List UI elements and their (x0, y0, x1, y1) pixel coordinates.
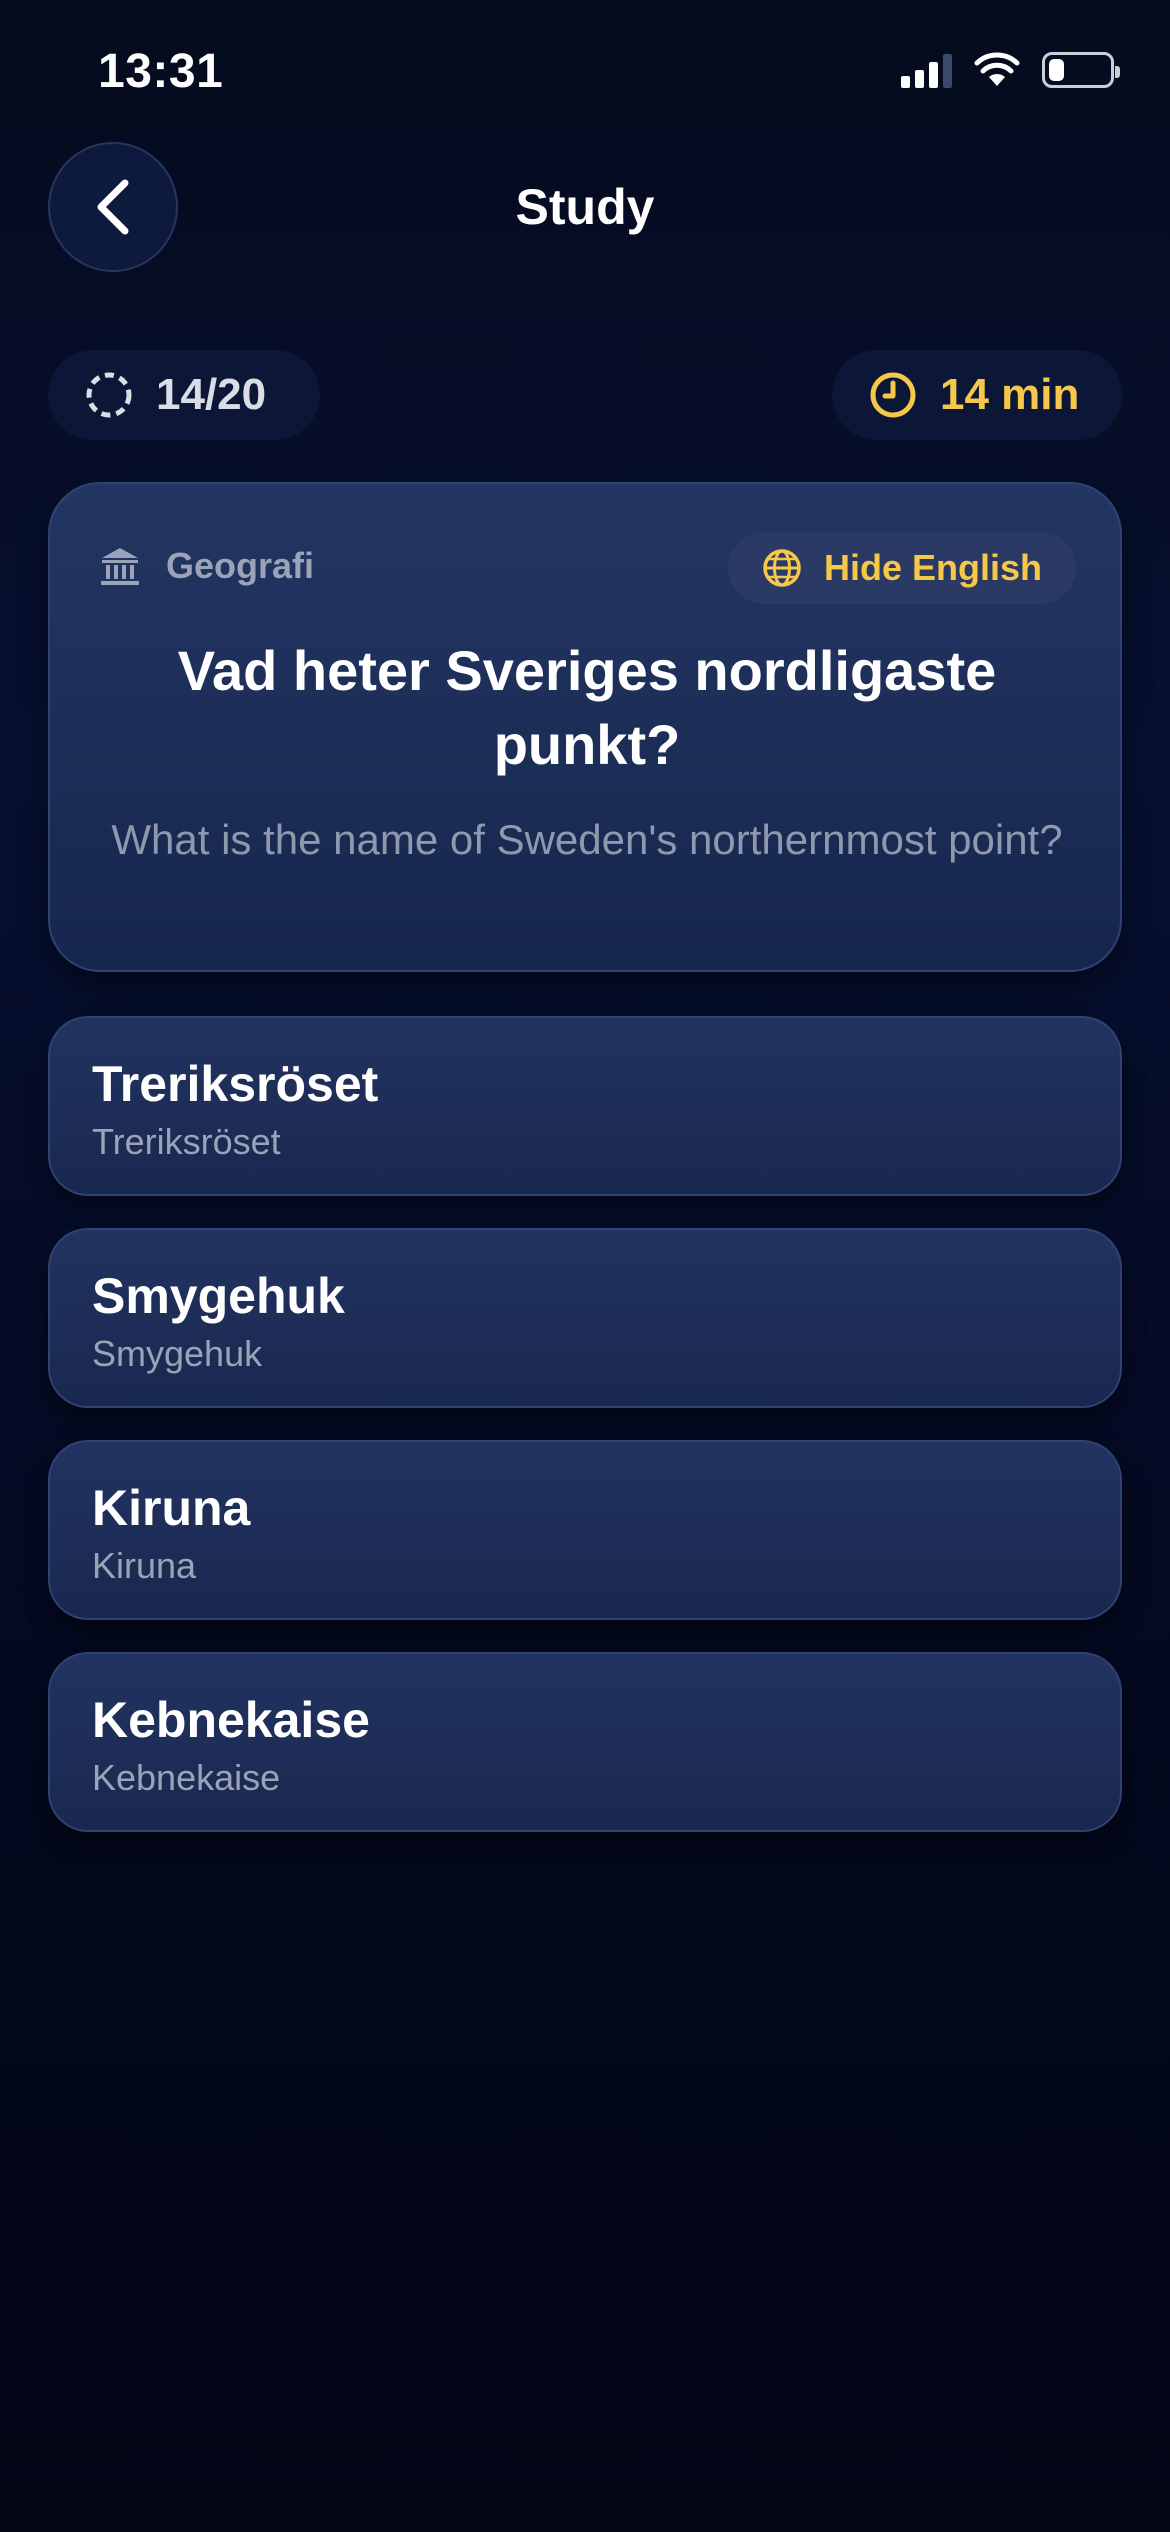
dashed-circle-icon (86, 372, 132, 418)
question-card: Geografi Hide English Vad heter Sveriges… (48, 482, 1122, 972)
answer-option-label: Kebnekaise (92, 1692, 370, 1748)
answer-option-1[interactable]: Treriksröset Treriksröset (48, 1016, 1122, 1196)
answer-option-label: Smygehuk (92, 1268, 345, 1324)
question-text-english: What is the name of Sweden's northernmos… (111, 816, 1063, 863)
timer-label: 14 min (940, 370, 1080, 419)
wifi-icon (974, 52, 1020, 86)
hide-english-label: Hide English (823, 547, 1043, 588)
status-bar: 13:31 (0, 0, 1170, 150)
museum-icon (101, 548, 139, 585)
page-title: Study (515, 179, 655, 235)
progress-label: 14/20 (156, 370, 267, 419)
answer-option-3[interactable]: Kiruna Kiruna (48, 1440, 1122, 1620)
hide-english-button[interactable]: Hide English (728, 532, 1076, 604)
category-tag: Geografi (98, 544, 314, 588)
category-label: Geografi (166, 545, 315, 586)
clock-icon (870, 372, 916, 418)
globe-icon (763, 549, 801, 587)
cellular-signal-icon (901, 52, 952, 88)
answer-option-4[interactable]: Kebnekaise Kebnekaise (48, 1652, 1122, 1832)
answer-option-translation: Kebnekaise (92, 1757, 281, 1798)
answer-option-label: Kiruna (92, 1480, 251, 1536)
answer-option-2[interactable]: Smygehuk Smygehuk (48, 1228, 1122, 1408)
battery-icon (1042, 52, 1120, 88)
answer-option-translation: Smygehuk (92, 1333, 263, 1374)
answer-option-label: Treriksröset (92, 1056, 379, 1112)
status-icons (901, 52, 1120, 88)
progress-badge: 14/20 (48, 350, 320, 440)
answer-option-translation: Treriksröset (92, 1121, 281, 1162)
answer-option-translation: Kiruna (92, 1545, 197, 1586)
status-time: 13:31 (98, 45, 224, 98)
question-text-swedish: Vad heter Sveriges nordligaste punkt? (177, 639, 997, 776)
timer-badge: 14 min (832, 350, 1122, 440)
